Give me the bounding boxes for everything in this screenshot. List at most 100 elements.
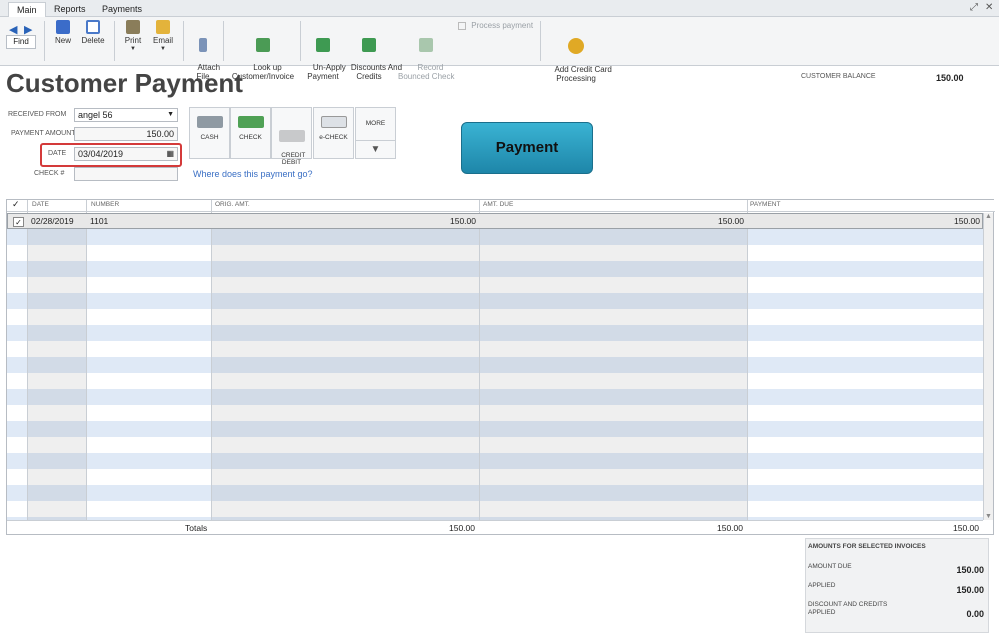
find-button[interactable]: Find <box>6 35 36 49</box>
credit-card-icon <box>278 130 305 142</box>
received-from-dropdown[interactable]: angel 56 ▼ <box>74 108 178 122</box>
tab-reports[interactable]: Reports <box>46 2 94 17</box>
paperclip-icon <box>199 38 207 52</box>
page-title: Customer Payment <box>6 68 243 98</box>
calendar-icon[interactable]: ▦ <box>166 148 174 160</box>
ribbon-tab-bar: Main Reports Payments ⤢ ✕ <box>0 0 999 17</box>
row-amt-due: 150.00 <box>718 216 744 226</box>
column-divider <box>211 200 212 520</box>
date-column-shade <box>27 213 86 520</box>
amounts-title: AMOUNTS FOR SELECTED INVOICES <box>808 543 926 550</box>
column-divider <box>747 200 748 520</box>
new-label: New <box>54 36 71 45</box>
record-bounced-check-button[interactable]: Record Bounced Check <box>398 20 454 90</box>
add-credit-card-button[interactable]: Add Credit Card Processing <box>546 20 612 92</box>
payment-button[interactable]: Payment <box>461 122 593 174</box>
row-orig-amt: 150.00 <box>450 216 476 226</box>
check-method-button[interactable]: CHECK <box>230 107 271 159</box>
credit-debit-label: CREDIT DEBIT <box>281 152 306 166</box>
table-row[interactable]: ✓ 02/28/2019 1101 150.00 150.00 150.00 <box>7 213 983 229</box>
unapply-payment-button[interactable]: Un-Apply Payment <box>304 20 346 90</box>
cash-method-button[interactable]: CASH <box>189 107 230 159</box>
close-icon[interactable]: ✕ <box>985 2 993 13</box>
delete-button[interactable]: Delete <box>80 20 106 45</box>
received-from-label: RECEIVED FROM <box>8 111 67 118</box>
date-input[interactable]: 03/04/2019 ▦ <box>74 147 178 161</box>
discounts-credits-button[interactable]: Discounts And Credits <box>342 20 402 90</box>
toolbar-separator <box>540 21 541 61</box>
payment-amount-input[interactable]: 150.00 <box>74 127 178 141</box>
row-date: 02/28/2019 <box>31 216 74 226</box>
toolbar: ◀ ▶ Find New Delete Print ▼ Email ▼ Atta… <box>0 17 999 83</box>
applied-value: 150.00 <box>956 585 984 595</box>
email-label: Email <box>152 36 173 45</box>
totals-label: Totals <box>185 523 208 533</box>
echeck-label: e-CHECK <box>319 134 348 141</box>
due-column-shade <box>479 213 747 520</box>
process-payment-label: Process payment <box>471 21 534 30</box>
print-button[interactable]: Print ▼ <box>122 20 144 54</box>
new-button[interactable]: New <box>52 20 74 45</box>
toolbar-separator <box>183 21 184 61</box>
customer-balance-label: CUSTOMER BALANCE <box>801 73 876 80</box>
chevron-down-icon[interactable]: ▼ <box>356 140 395 159</box>
check-number-input[interactable] <box>74 167 178 181</box>
where-payment-go-link[interactable]: Where does this payment go? <box>193 169 313 179</box>
payment-amount-label: PAYMENT AMOUNT <box>11 130 76 137</box>
col-date[interactable]: DATE <box>32 201 49 208</box>
toolbar-separator <box>114 21 115 61</box>
chevron-down-icon: ▼ <box>130 46 136 52</box>
orig-column-shade <box>211 213 479 520</box>
date-value: 03/04/2019 <box>78 149 124 159</box>
restore-icon[interactable]: ⤢ <box>970 2 978 13</box>
toolbar-separator <box>300 21 301 61</box>
print-label: Print <box>124 36 142 45</box>
chevron-down-icon: ▼ <box>160 46 166 52</box>
vertical-scrollbar[interactable]: ▲ ▼ <box>983 213 993 520</box>
unapply-label: Un-Apply Payment <box>307 63 346 81</box>
printer-icon <box>126 20 140 34</box>
check-number-label: CHECK # <box>34 170 65 177</box>
check-icon <box>237 116 264 128</box>
total-orig-amt: 150.00 <box>449 523 475 533</box>
row-payment[interactable]: 150.00 <box>748 213 980 229</box>
row-number: 1101 <box>90 216 109 226</box>
amount-due-value: 150.00 <box>956 565 984 575</box>
more-methods-button[interactable]: MORE ▼ <box>355 107 396 159</box>
invoice-table: ✓ DATE NUMBER ORIG. AMT. AMT. DUE PAYMEN… <box>6 199 995 535</box>
column-divider <box>479 200 480 520</box>
totals-row: Totals 150.00 150.00 150.00 <box>7 520 983 534</box>
column-divider <box>27 200 28 520</box>
scroll-down-icon[interactable]: ▼ <box>985 513 992 520</box>
toolbar-separator <box>44 21 45 61</box>
tab-payments[interactable]: Payments <box>94 2 150 17</box>
more-label: MORE <box>365 120 386 127</box>
process-payment-checkbox[interactable]: Process payment <box>458 21 540 30</box>
column-divider <box>86 200 87 520</box>
select-all-check-icon[interactable]: ✓ <box>12 199 20 210</box>
col-amt-due[interactable]: AMT. DUE <box>483 201 513 208</box>
discount-credits-value: 0.00 <box>966 609 984 619</box>
tab-main[interactable]: Main <box>8 2 46 17</box>
add-cc-label: Add Credit Card Processing <box>554 65 612 83</box>
cash-label: CASH <box>200 134 219 141</box>
col-payment[interactable]: PAYMENT <box>750 201 780 208</box>
email-button[interactable]: Email ▼ <box>151 20 175 54</box>
applied-label: APPLIED <box>808 582 836 589</box>
discount-credits-label: DISCOUNT AND CREDITS APPLIED <box>808 601 888 616</box>
echeck-method-button[interactable]: e-CHECK <box>313 107 354 159</box>
cash-icon <box>196 116 223 128</box>
credit-debit-method-button[interactable]: CREDIT DEBIT <box>271 107 312 166</box>
chevron-down-icon: ▼ <box>167 111 174 118</box>
discounts-icon <box>362 38 376 52</box>
col-number[interactable]: NUMBER <box>91 201 119 208</box>
date-label: DATE <box>48 150 67 157</box>
delete-label: Delete <box>81 36 105 45</box>
scroll-up-icon[interactable]: ▲ <box>985 213 992 220</box>
check-label: CHECK <box>239 134 262 141</box>
discounts-label: Discounts And Credits <box>350 63 403 81</box>
col-orig-amt[interactable]: ORIG. AMT. <box>215 201 250 208</box>
row-checkbox[interactable]: ✓ <box>13 217 24 227</box>
envelope-icon <box>156 20 170 34</box>
delete-x-icon <box>86 20 100 34</box>
